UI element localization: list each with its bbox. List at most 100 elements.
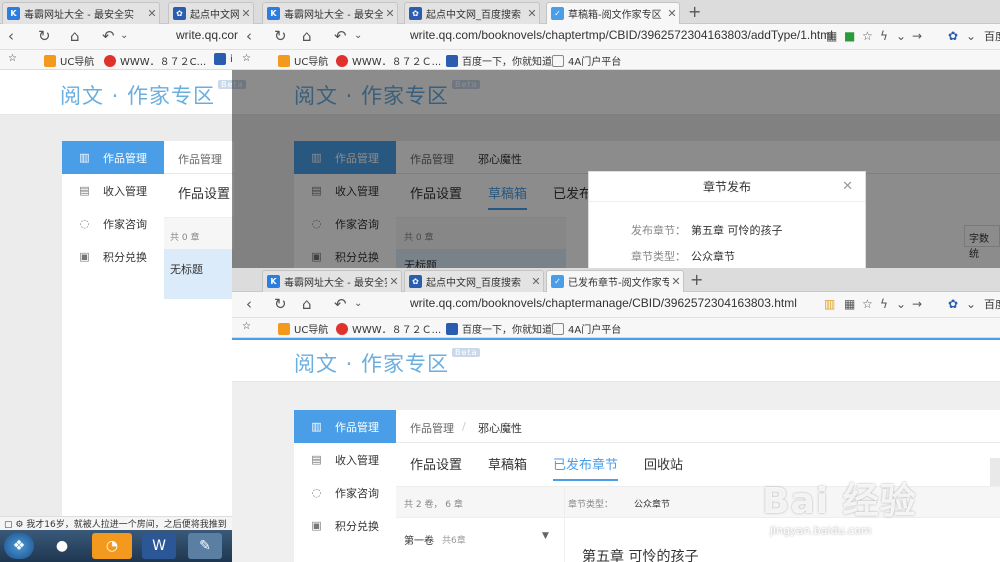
- bookmark-baidu[interactable]: i: [214, 53, 233, 65]
- bookmark-baidu[interactable]: 百度一下，你就知道: [446, 321, 552, 336]
- tab-strip: K 毒霸网址大全 - 最安全实 ✕ ✿ 起点中文网 ✕ K 毒霸网址大全 - 最…: [0, 0, 1000, 24]
- close-icon[interactable]: ✕: [145, 7, 159, 20]
- refresh-icon[interactable]: ↻: [274, 295, 287, 313]
- draft-item[interactable]: 无标题: [164, 249, 234, 299]
- bookmark-uc[interactable]: UC导航: [44, 53, 94, 68]
- breadcrumb-separator: /: [462, 420, 466, 433]
- bookmark-4a[interactable]: 4A门户平台: [552, 321, 621, 336]
- word-icon[interactable]: W: [142, 533, 176, 559]
- sidebar-item-points[interactable]: ▣ 积分兑换: [294, 509, 396, 542]
- home-icon[interactable]: ⌂: [302, 295, 312, 313]
- sidebar-item-income[interactable]: ▤ 收入管理: [62, 174, 164, 207]
- bookmark-uc[interactable]: UC导航: [278, 321, 328, 336]
- browser-tab[interactable]: K 毒霸网址大全 - 最安全实 ✕: [2, 2, 160, 24]
- browser-tab-active[interactable]: ✓ 已发布章节-阅文作家专区 ✕: [546, 270, 684, 292]
- star-icon[interactable]: ☆: [862, 29, 873, 43]
- bookmark-www[interactable]: WWW．８７２Ｃ...: [336, 321, 441, 336]
- start-icon[interactable]: ❖: [4, 533, 34, 559]
- back-icon[interactable]: ‹: [246, 295, 252, 313]
- site-logo[interactable]: 阅文 · 作家专区 Beta: [294, 348, 481, 378]
- close-icon[interactable]: ✕: [525, 7, 539, 20]
- bookmark-www[interactable]: WWW．８７２Ｃ...: [336, 53, 441, 68]
- dialog-type-label: 章节类型：: [631, 250, 686, 263]
- site-header: 阅文 · 作家专区 Beta: [232, 340, 1000, 382]
- tab-settings[interactable]: 作品设置: [410, 454, 462, 481]
- back-icon[interactable]: ‹: [8, 27, 14, 45]
- news-ticker[interactable]: ▢ ⚙ 我才16岁，就被人拉进一个房间，之后便将我推到: [0, 516, 232, 530]
- undo-icon[interactable]: ↶: [334, 295, 347, 313]
- sidebar-item-works[interactable]: ▥ 作品管理: [62, 141, 164, 174]
- forward-icon[interactable]: →: [912, 29, 922, 43]
- close-icon[interactable]: ✕: [665, 7, 679, 20]
- sidebar-item-income[interactable]: ▤ 收入管理: [294, 443, 396, 476]
- star-icon[interactable]: ☆: [242, 321, 251, 332]
- tab-drafts[interactable]: 草稿箱: [488, 454, 527, 481]
- undo-icon[interactable]: ↶: [102, 27, 115, 45]
- close-icon[interactable]: ✕: [387, 275, 401, 288]
- new-tab-icon[interactable]: +: [690, 270, 703, 289]
- close-icon[interactable]: ✕: [239, 7, 253, 20]
- book-icon[interactable]: ▥: [824, 297, 835, 311]
- refresh-icon[interactable]: ↻: [274, 27, 287, 45]
- bookmark-baidu[interactable]: 百度一下，你就知道: [446, 53, 552, 68]
- browser-tab[interactable]: ✿ 起点中文网_百度搜索 ✕: [404, 270, 544, 292]
- site-logo[interactable]: 阅文 · 作家专区 Beta: [60, 80, 247, 110]
- bookmark-www[interactable]: WWW．８７２C...: [104, 53, 206, 68]
- bolt-icon[interactable]: ϟ: [880, 297, 888, 311]
- baidu-paw-icon[interactable]: ✿: [948, 29, 958, 43]
- tab-recycle[interactable]: 回收站: [644, 454, 683, 481]
- chevron-down-icon[interactable]: ⌄: [966, 29, 976, 43]
- browser-tab[interactable]: K 毒霸网址大全 - 最安全实 ✕: [262, 270, 402, 292]
- browser-tab[interactable]: ✿ 起点中文网_百度搜索 ✕: [404, 2, 540, 24]
- close-icon[interactable]: ✕: [842, 172, 853, 202]
- browser-tab-active[interactable]: ✓ 草稿箱-阅文作家专区 ✕: [546, 2, 680, 24]
- bolt-icon[interactable]: ϟ: [880, 29, 888, 43]
- chevron-down-icon[interactable]: ⌄: [354, 298, 362, 309]
- sidebar-item-consult[interactable]: ◌ 作家咨询: [62, 207, 164, 240]
- sidebar: ▥ 作品管理 ▤ 收入管理 ◌ 作家咨询 ▣ 积分兑换: [62, 141, 164, 516]
- forward-icon[interactable]: →: [912, 297, 922, 311]
- paint-icon[interactable]: ✎: [188, 533, 222, 559]
- address-bar[interactable]: write.qq.com/booknovels/chaptermanage/CB…: [410, 296, 797, 310]
- baidu-paw-icon[interactable]: ✿: [948, 297, 958, 311]
- tab-settings[interactable]: 作品设置: [178, 183, 230, 208]
- browser-tab[interactable]: K 毒霸网址大全 - 最安全实 ✕: [262, 2, 398, 24]
- star-icon[interactable]: ☆: [862, 297, 873, 311]
- qr-icon[interactable]: ▦: [826, 29, 837, 43]
- chevron-down-icon[interactable]: ⌄: [896, 29, 906, 43]
- undo-icon[interactable]: ↶: [334, 27, 347, 45]
- paw-icon: ✿: [409, 275, 422, 288]
- chevron-down-icon[interactable]: ⌄: [896, 297, 906, 311]
- dialog-type-value: 公众章节: [691, 250, 735, 263]
- star-icon[interactable]: ☆: [8, 53, 17, 64]
- address-bar-short[interactable]: write.qq.cor: [176, 28, 238, 42]
- close-icon[interactable]: ✕: [669, 275, 683, 288]
- chevron-down-icon[interactable]: ⌄: [354, 30, 362, 41]
- uc-browser-icon[interactable]: ◔: [92, 533, 132, 559]
- caret-down-icon[interactable]: ▼: [542, 531, 549, 541]
- paw-icon: ✿: [173, 7, 186, 20]
- back-icon[interactable]: ‹: [246, 27, 252, 45]
- sidebar-item-consult[interactable]: ◌ 作家咨询: [294, 476, 396, 509]
- chevron-down-icon[interactable]: ⌄: [966, 297, 976, 311]
- grid-icon[interactable]: ▦: [844, 297, 855, 311]
- qq-icon[interactable]: ●: [48, 533, 76, 559]
- close-icon[interactable]: ✕: [529, 275, 543, 288]
- new-tab-icon[interactable]: +: [688, 2, 701, 21]
- browser-tab[interactable]: ✿ 起点中文网 ✕: [168, 2, 254, 24]
- gift-icon: ▣: [311, 519, 322, 532]
- sidebar-item-works[interactable]: ▥ 作品管理: [294, 410, 396, 443]
- bookmark-uc[interactable]: UC导航: [278, 53, 328, 68]
- bookmark-4a[interactable]: 4A门户平台: [552, 53, 621, 68]
- chevron-down-icon[interactable]: ⌄: [120, 30, 128, 41]
- sidebar-item-points[interactable]: ▣ 积分兑换: [62, 240, 164, 273]
- tab-published[interactable]: 已发布章节: [553, 454, 619, 481]
- address-bar[interactable]: write.qq.com/booknovels/chaptertmp/CBID/…: [410, 28, 833, 42]
- star-icon[interactable]: ☆: [242, 53, 251, 64]
- home-icon[interactable]: ⌂: [70, 27, 80, 45]
- volume-item[interactable]: 第一卷 共6章 ▼: [396, 518, 564, 562]
- close-icon[interactable]: ✕: [383, 7, 397, 20]
- home-icon[interactable]: ⌂: [302, 27, 312, 45]
- uc-icon: [44, 54, 56, 67]
- refresh-icon[interactable]: ↻: [38, 27, 51, 45]
